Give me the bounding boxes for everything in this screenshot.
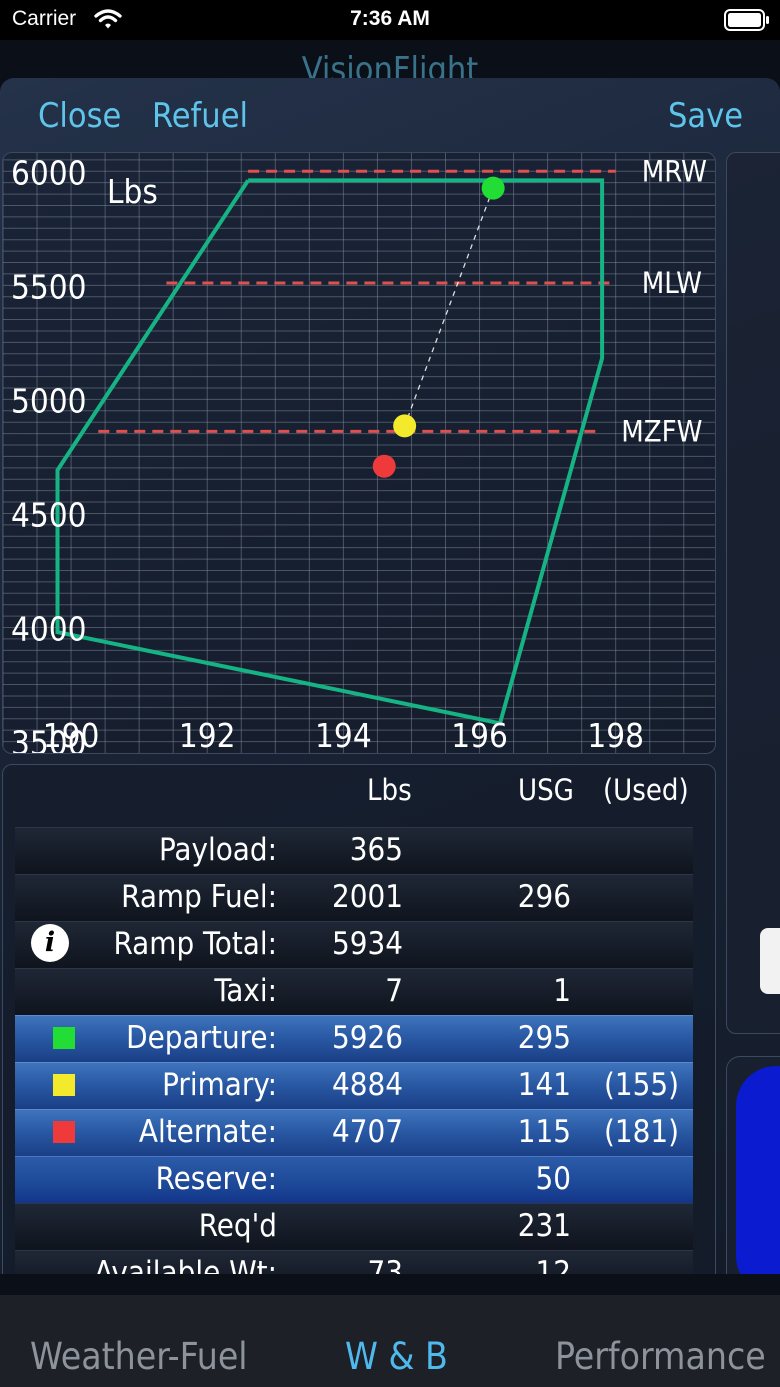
row-lbs: 7 <box>385 973 403 1009</box>
departure-swatch <box>53 1027 75 1049</box>
x-tick-label: 198 <box>587 716 644 753</box>
row-label: Available Wt: <box>94 1255 277 1274</box>
alternate-swatch <box>53 1121 75 1143</box>
clock: 7:36 AM <box>350 7 430 30</box>
row-label: Reserve: <box>155 1161 277 1197</box>
row-lbs: 5934 <box>332 926 403 962</box>
battery-icon <box>724 9 770 35</box>
row-taxi: Taxi: 7 1 <box>15 968 693 1015</box>
row-alternate: Alternate: 4707 115 (181) <box>15 1109 693 1156</box>
y-tick-label: 4000 <box>11 610 87 649</box>
cg-envelope-chart: MRW MLW MZFW 6000 5500 5000 4500 4000 3500 190 1… <box>2 152 716 754</box>
row-required: Req'd 231 <box>15 1203 693 1250</box>
row-lbs: 365 <box>349 832 403 868</box>
row-usg: 231 <box>517 1208 571 1244</box>
row-available-wt: Available Wt: 73 12 <box>15 1250 693 1274</box>
row-departure: Departure: 5926 295 <box>15 1015 693 1062</box>
wb-sheet: Close Refuel Save MRW MLW MZFW 6000 5500 500… <box>0 78 780 1274</box>
tab-wb[interactable]: W & B <box>345 1335 448 1378</box>
row-used: (155) <box>604 1067 679 1103</box>
wb-table: Lbs USG (Used) Payload: 365 Ramp Fuel: 2… <box>2 764 716 1274</box>
x-axis-ticks: 190 192 194 196 198 <box>43 716 644 753</box>
y-axis-ticks: 600055005000450040003500 <box>11 153 87 753</box>
tab-weather-fuel[interactable]: Weather-Fuel <box>30 1335 248 1378</box>
row-usg: 295 <box>517 1020 571 1056</box>
row-label: Ramp Total: <box>113 926 277 962</box>
cg-chart-svg: MRWMLWMZFW 600055005000450040003500 190 1… <box>3 153 715 753</box>
point-alternate <box>372 454 396 478</box>
y-tick-label: 5000 <box>11 381 87 420</box>
row-usg: 50 <box>535 1161 571 1197</box>
point-departure <box>481 176 505 200</box>
app-title: VisionFlight <box>301 50 479 80</box>
primary-swatch <box>53 1074 75 1096</box>
row-lbs: 4707 <box>332 1114 403 1150</box>
row-label: Payload: <box>158 832 277 868</box>
tab-bar: Weather-Fuel W & B Performance <box>0 1295 780 1387</box>
limit-label-mlw: MLW <box>642 266 702 300</box>
limit-label-mzfw: MZFW <box>621 414 702 448</box>
header-lbs: Lbs <box>367 773 412 807</box>
row-label: Ramp Fuel: <box>121 879 277 915</box>
row-used: (181) <box>604 1114 679 1150</box>
row-label: Alternate: <box>138 1114 277 1150</box>
row-primary: Primary: 4884 141 (155) <box>15 1062 693 1109</box>
refuel-button[interactable]: Refuel <box>152 96 248 136</box>
y-axis-unit: Lbs <box>107 172 158 211</box>
row-usg: 141 <box>517 1067 571 1103</box>
save-button[interactable]: Save <box>668 96 743 136</box>
x-tick-label: 196 <box>451 716 508 753</box>
row-ramp-total: i Ramp Total: 5934 <box>15 921 693 968</box>
close-button[interactable]: Close <box>38 96 121 136</box>
row-label: Taxi: <box>214 973 277 1009</box>
row-usg: 12 <box>535 1255 571 1274</box>
x-tick-label: 194 <box>315 716 372 753</box>
side-panel <box>726 152 780 1034</box>
side-gauge[interactable] <box>736 1066 780 1274</box>
header-usg: USG <box>518 773 574 807</box>
y-tick-label: 6000 <box>11 153 87 192</box>
x-tick-label: 192 <box>179 716 236 753</box>
tab-performance[interactable]: Performance <box>555 1335 766 1378</box>
header-used: (Used) <box>603 773 689 807</box>
info-icon[interactable]: i <box>31 924 69 962</box>
row-lbs: 73 <box>367 1255 403 1274</box>
row-lbs: 2001 <box>332 879 403 915</box>
row-ramp-fuel: Ramp Fuel: 2001 296 <box>15 874 693 921</box>
row-lbs: 5926 <box>332 1020 403 1056</box>
row-label: Departure: <box>126 1020 277 1056</box>
point-primary <box>393 414 417 438</box>
row-usg: 1 <box>553 973 571 1009</box>
chart-grid <box>3 153 715 753</box>
row-usg: 296 <box>517 879 571 915</box>
row-payload: Payload: 365 <box>15 827 693 874</box>
limit-label-mrw: MRW <box>642 154 707 188</box>
row-label: Primary: <box>162 1067 277 1103</box>
y-tick-label: 5500 <box>11 267 87 306</box>
side-panel-tab[interactable] <box>760 928 780 994</box>
status-bar: Carrier 7:36 AM <box>0 0 780 40</box>
row-label: Req'd <box>198 1208 277 1244</box>
y-tick-label: 4500 <box>11 495 87 534</box>
x-tick-label: 190 <box>43 716 100 753</box>
row-lbs: 4884 <box>332 1067 403 1103</box>
row-reserve: Reserve: 50 <box>15 1156 693 1203</box>
row-usg: 115 <box>517 1114 571 1150</box>
